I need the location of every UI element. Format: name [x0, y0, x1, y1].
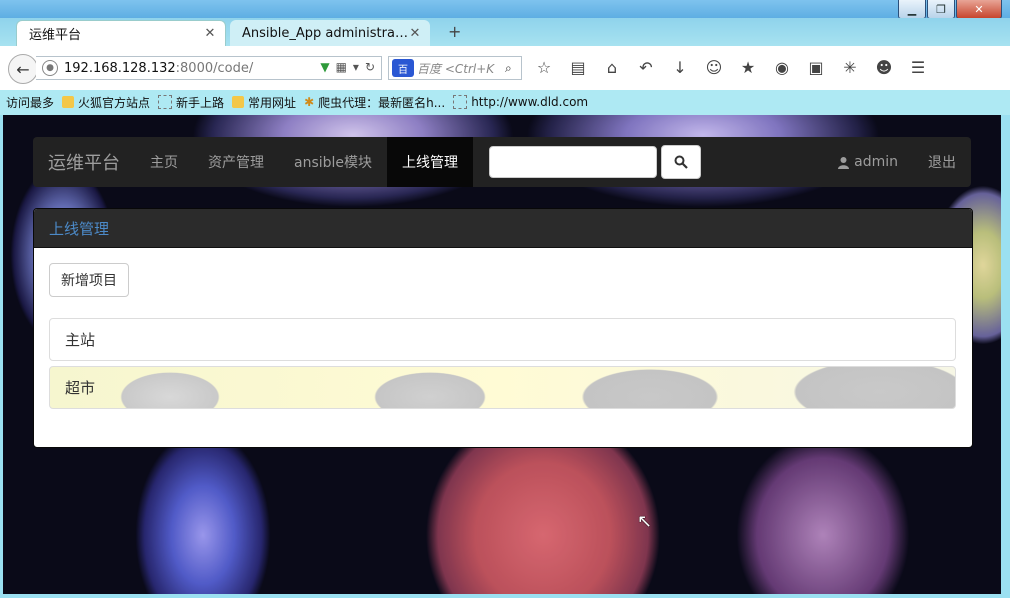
globe-icon: ●: [42, 60, 58, 76]
window-border: [1001, 115, 1010, 598]
user-icon: [838, 156, 850, 169]
menu-icon[interactable]: ☰: [906, 58, 930, 77]
add-project-button[interactable]: 新增项目: [49, 263, 129, 297]
bookmark-item[interactable]: 访问最多: [3, 94, 55, 219]
bookmark-label: 火狐官方站点: [78, 95, 151, 110]
bookmark-item[interactable]: http://www.dld.com: [453, 95, 588, 109]
browser-toolbar: ← ● 192.168.128.132:8000/code/ ▼ ▦ ▾ ↻ 百…: [0, 46, 1010, 90]
chat-icon[interactable]: ☻: [872, 58, 896, 77]
page-icon: [453, 95, 468, 109]
nav-assets[interactable]: 资产管理: [193, 137, 279, 187]
site-brand[interactable]: 运维平台: [33, 149, 135, 175]
close-window-button[interactable]: ✕: [956, 0, 1002, 19]
site-search-button[interactable]: [661, 145, 702, 179]
reading-list-icon[interactable]: ▤: [566, 58, 590, 77]
maximize-button[interactable]: ❐: [927, 0, 955, 19]
url-bar[interactable]: ● 192.168.128.132:8000/code/ ▼ ▦ ▾ ↻: [36, 56, 382, 80]
addon-icon[interactable]: ◉: [770, 58, 794, 77]
browser-search-bar[interactable]: 百 百度 <Ctrl+K ⌕: [388, 56, 522, 80]
site-search: [489, 145, 702, 179]
folder-icon: [232, 96, 245, 108]
bookmark-label: 爬虫代理：最新匿名h...: [318, 95, 446, 110]
username: admin: [854, 154, 898, 170]
profile-icon[interactable]: ▣: [804, 58, 828, 77]
nav-right: admin 退出: [822, 137, 971, 187]
project-item-market[interactable]: 超市: [49, 366, 956, 409]
page-icon: [158, 95, 173, 109]
bookmark-label: 新手上路: [176, 95, 225, 110]
site-search-input[interactable]: [489, 146, 658, 178]
tab-bar: 运维平台 ✕ Ansible_App administration ... ✕ …: [0, 18, 1010, 46]
project-item-main[interactable]: 主站: [49, 318, 956, 361]
search-icon: [674, 155, 688, 169]
home-icon[interactable]: ⌂: [600, 58, 624, 77]
window-border: [0, 594, 1010, 598]
page-viewport: 运维平台 主页 资产管理 ansible模块 上线管理 admin 退出 上线管…: [3, 115, 1001, 595]
shield-icon[interactable]: ▼: [320, 60, 329, 74]
new-tab-button[interactable]: +: [448, 22, 461, 41]
url-host: 192.168.128.132: [64, 60, 176, 76]
url-actions: ▼ ▦ ▾ ↻: [320, 60, 375, 74]
nav-deploy[interactable]: 上线管理: [387, 137, 474, 187]
nav-ansible[interactable]: ansible模块: [279, 137, 387, 187]
deploy-panel: 上线管理 新增项目 主站 超市: [33, 208, 973, 448]
bookmark-label: http://www.dld.com: [471, 95, 589, 109]
qr-code-icon[interactable]: ▦: [336, 60, 347, 74]
window-titlebar: ▁ ❐ ✕: [0, 0, 1010, 19]
favorites-icon[interactable]: ★: [736, 58, 760, 77]
extension-icon[interactable]: ✳: [838, 58, 862, 77]
bookmark-item[interactable]: 火狐官方站点: [62, 94, 150, 111]
search-icon[interactable]: ⌕: [505, 61, 521, 76]
bookmark-star-icon[interactable]: ☆: [532, 58, 556, 77]
tab-close-icon[interactable]: ✕: [408, 26, 422, 41]
panel-title: 上线管理: [34, 209, 972, 248]
search-engine-icon[interactable]: 百: [392, 59, 414, 77]
bookmark-label: 访问最多: [6, 95, 55, 110]
bookmarks-bar: 访问最多 火狐官方站点 新手上路 常用网址 ✱ 爬虫代理：最新匿名h... htt…: [0, 90, 1010, 219]
back-arrow-icon: ←: [16, 59, 30, 79]
url-path: :8000/code/: [175, 60, 254, 76]
minimize-button[interactable]: ▁: [898, 0, 926, 19]
tab-active[interactable]: 运维平台 ✕: [16, 20, 226, 46]
nav-user[interactable]: admin: [822, 137, 913, 187]
mouse-cursor-icon: ↖: [637, 511, 653, 532]
folder-icon: [62, 96, 75, 108]
search-placeholder: 百度 <Ctrl+K: [417, 61, 495, 76]
tab-title: 运维平台: [29, 28, 82, 43]
bookmark-item[interactable]: 新手上路: [158, 94, 224, 111]
download-icon[interactable]: ↓: [668, 58, 692, 77]
tab-ansible-admin[interactable]: Ansible_App administration ... ✕: [230, 20, 430, 46]
bookmark-item[interactable]: 常用网址: [232, 94, 296, 111]
undo-icon[interactable]: ↶: [634, 58, 658, 77]
reload-icon[interactable]: ↻: [365, 60, 375, 74]
bookmark-item[interactable]: ✱ 爬虫代理：最新匿名h...: [304, 94, 445, 111]
back-button[interactable]: ←: [8, 54, 38, 84]
project-list: 主站 超市: [49, 318, 956, 414]
toolbar-icons: ☆ ▤ ⌂ ↶ ↓ ☺ ★ ◉ ▣ ✳ ☻ ☰: [532, 58, 930, 77]
tab-close-icon[interactable]: ✕: [203, 26, 217, 41]
account-icon[interactable]: ☺: [702, 58, 726, 77]
panel-body: 新增项目 主站 超市: [34, 248, 972, 447]
site-navbar: 运维平台 主页 资产管理 ansible模块 上线管理 admin 退出: [33, 137, 971, 187]
tab-title: Ansible_App administration ...: [242, 25, 408, 41]
dropdown-icon[interactable]: ▾: [353, 60, 359, 74]
nav-home[interactable]: 主页: [135, 137, 193, 187]
bug-icon: ✱: [304, 95, 315, 109]
window-controls: ▁ ❐ ✕: [898, 0, 1002, 19]
bookmark-label: 常用网址: [248, 95, 297, 110]
nav-logout[interactable]: 退出: [913, 137, 971, 187]
